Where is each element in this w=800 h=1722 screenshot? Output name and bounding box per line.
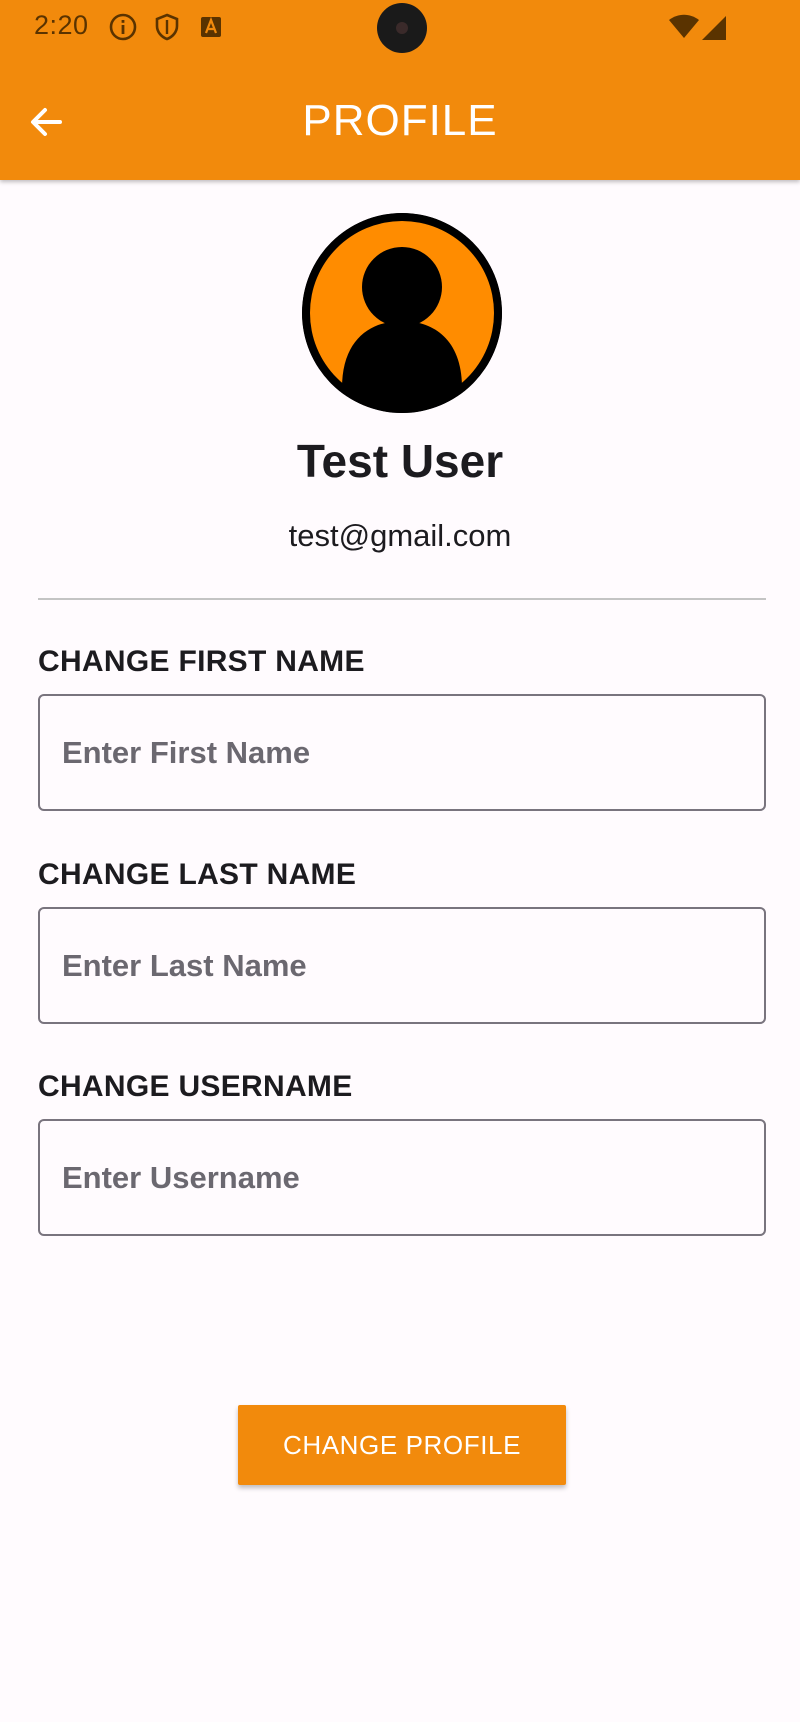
first-name-field[interactable] [38, 694, 766, 811]
signal-icon [700, 14, 730, 44]
person-avatar-icon [302, 213, 502, 413]
last-name-field[interactable] [38, 907, 766, 1024]
page-title: PROFILE [302, 96, 498, 145]
info-icon [108, 12, 138, 42]
username-field[interactable] [38, 1119, 766, 1236]
app-bar: 2:20 PROFILE [0, 0, 800, 180]
last-name-label: CHANGE LAST NAME [38, 858, 357, 891]
username-label: CHANGE USERNAME [38, 1070, 353, 1103]
keyboard-badge-icon [196, 12, 226, 42]
wifi-icon [668, 14, 699, 44]
first-name-label: CHANGE FIRST NAME [38, 645, 365, 678]
user-name: Test User [296, 435, 504, 487]
change-profile-button[interactable]: CHANGE PROFILE [238, 1405, 566, 1485]
shield-icon [152, 12, 182, 42]
camera-cutout [377, 3, 427, 53]
status-bar: 2:20 [0, 0, 800, 56]
user-email: test@gmail.com [288, 518, 512, 553]
divider [38, 598, 766, 600]
avatar [302, 213, 502, 413]
status-time: 2:20 [34, 10, 89, 40]
